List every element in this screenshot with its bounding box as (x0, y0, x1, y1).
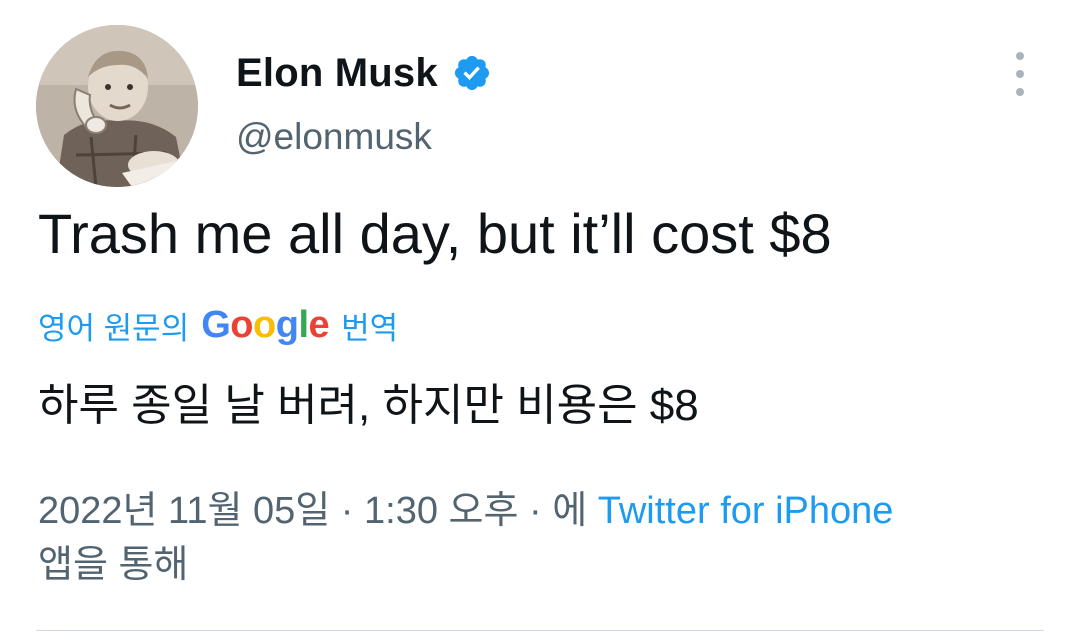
translate-link[interactable]: 영어 원문의 Google 번역 (38, 302, 398, 348)
more-dot-icon (1016, 70, 1024, 78)
author-handle[interactable]: @elonmusk (236, 116, 432, 158)
tweet-source-suffix: 앱을 통해 (38, 544, 189, 586)
divider (36, 630, 1044, 631)
avatar-photo (36, 25, 198, 187)
more-dot-icon (1016, 88, 1024, 96)
more-dot-icon (1016, 52, 1024, 60)
author-name-row[interactable]: Elon Musk (236, 48, 492, 98)
translate-suffix: 번역 (341, 310, 399, 346)
tweet-timestamp[interactable]: 2022년 11월 05일 · 1:30 오후 · 에 (38, 490, 587, 532)
tweet-source-link[interactable]: Twitter for iPhone (598, 490, 894, 532)
tweet-text: Trash me all day, but it’ll cost $8 (38, 202, 832, 265)
tweet-meta: 2022년 11월 05일 · 1:30 오후 · 에 Twitter for … (38, 484, 1048, 592)
avatar[interactable] (36, 25, 198, 187)
verified-badge-icon (454, 55, 489, 91)
translated-text: 하루 종일 날 버려, 하지만 비용은 $8 (38, 381, 699, 430)
author-display-name[interactable]: Elon Musk (236, 51, 438, 96)
google-logo: Google (201, 303, 330, 346)
more-options-button[interactable] (1008, 52, 1032, 96)
translate-prefix: 영어 원문의 (38, 310, 190, 346)
